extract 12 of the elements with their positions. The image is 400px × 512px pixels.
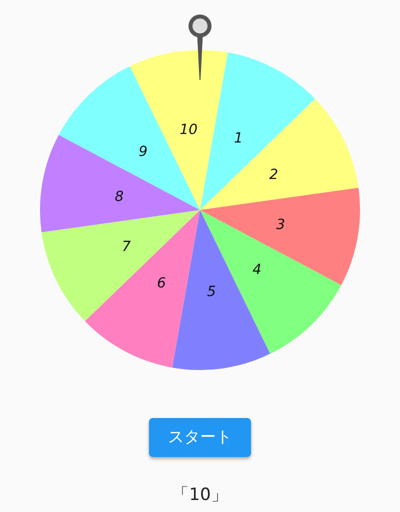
segment-label: 3: [276, 217, 286, 234]
segment-label: 2: [269, 167, 278, 184]
segment-label: 9: [138, 144, 148, 160]
segment-label: 4: [252, 262, 262, 278]
segment-label: 1: [234, 130, 243, 147]
segment-label: 7: [122, 238, 131, 255]
segment-label: 10: [180, 122, 198, 138]
start-button[interactable]: スタート: [149, 418, 251, 457]
segment-label: 5: [206, 284, 216, 300]
segment-label: 8: [114, 188, 124, 205]
result-text: 「10」: [172, 484, 228, 506]
segment-label: 6: [157, 275, 166, 292]
